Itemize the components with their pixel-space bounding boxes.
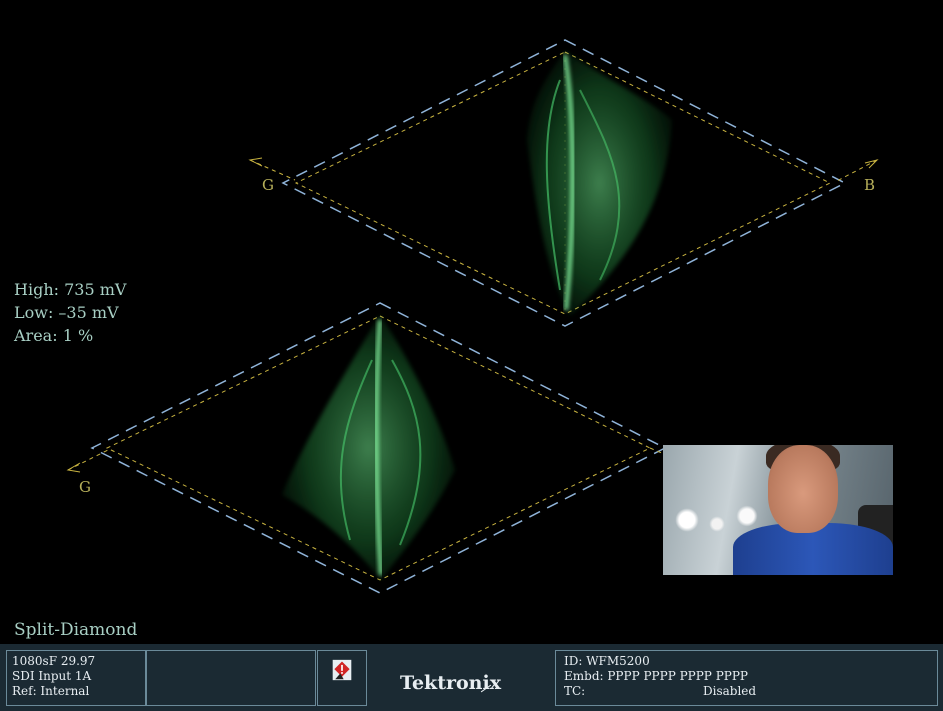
timecode-value: Disabled: [703, 684, 757, 698]
alarm-warning-icon: [332, 659, 352, 681]
status-panel-blank: [146, 650, 316, 706]
upper-right-axis-label: B: [864, 176, 875, 194]
input-source: SDI Input 1A: [12, 669, 92, 683]
picture-thumbnail: [663, 445, 893, 575]
gamut-readout: High: 735 mV Low: –35 mV Area: 1 %: [14, 278, 126, 347]
upper-diamond-trace: [527, 50, 672, 316]
brand-logo: Tektronix: [400, 672, 502, 694]
high-readout: High: 735 mV: [14, 280, 127, 299]
lower-diamond-trace: [282, 315, 455, 580]
instrument-id: ID: WFM5200: [564, 654, 650, 668]
display-mode-label: Split-Diamond: [14, 620, 138, 640]
low-readout: Low: –35 mV: [14, 303, 119, 322]
input-status-panel: 1080sF 29.97 SDI Input 1A Ref: Internal: [6, 650, 146, 706]
reference-source: Ref: Internal: [12, 684, 90, 698]
video-format: 1080sF 29.97: [12, 654, 96, 668]
upper-left-axis-label: G: [262, 176, 274, 194]
embedded-audio-status: Embd: PPPP PPPP PPPP PPPP: [564, 669, 748, 683]
alarm-panel[interactable]: [317, 650, 367, 706]
lower-left-axis-label: G: [79, 478, 91, 496]
instrument-info-panel: ID: WFM5200 Embd: PPPP PPPP PPPP PPPP TC…: [555, 650, 938, 706]
timecode-label: TC:: [564, 684, 586, 698]
area-readout: Area: 1 %: [14, 326, 94, 345]
